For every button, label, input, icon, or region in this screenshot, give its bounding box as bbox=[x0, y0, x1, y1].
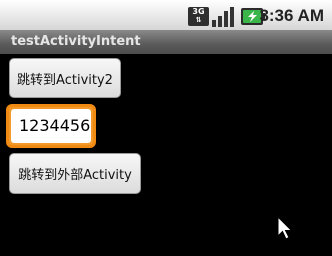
app-title: testActivityIntent bbox=[11, 34, 141, 49]
go-activity2-button[interactable]: 跳转到Activity2 bbox=[9, 58, 121, 98]
network-type-label: 3G bbox=[192, 7, 205, 16]
status-bar: 3G ⇅ 3:36 AM bbox=[0, 0, 332, 30]
signal-3g-icon: 3G ⇅ bbox=[188, 7, 209, 26]
go-activity2-button-label: 跳转到Activity2 bbox=[17, 72, 113, 88]
mouse-pointer-icon bbox=[277, 216, 293, 240]
text-input-field[interactable]: 1234456 bbox=[6, 104, 96, 148]
go-external-activity-button-label: 跳转到外部Activity bbox=[18, 168, 132, 183]
text-input-value: 1234456 bbox=[19, 116, 91, 135]
signal-bars-icon bbox=[212, 7, 234, 27]
status-clock: 3:36 AM bbox=[259, 6, 324, 25]
text-input[interactable]: 1234456 bbox=[11, 109, 91, 143]
go-external-activity-button[interactable]: 跳转到外部Activity bbox=[9, 153, 141, 194]
title-bar: testActivityIntent bbox=[0, 30, 332, 54]
